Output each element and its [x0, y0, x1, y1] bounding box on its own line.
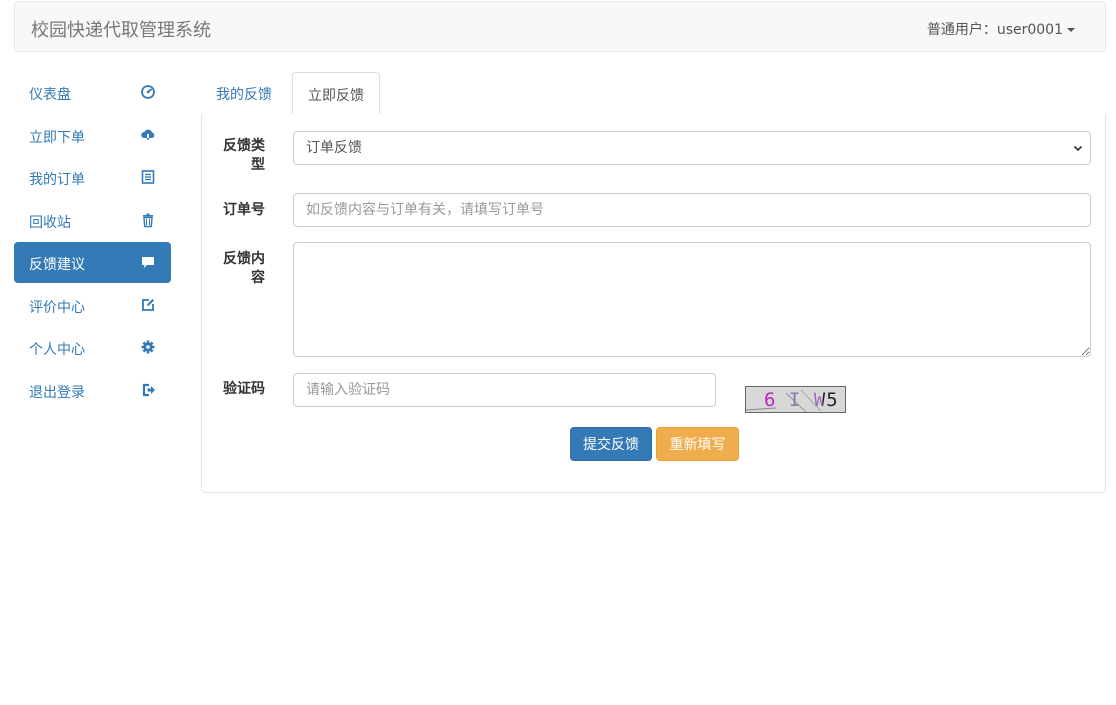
- feedback-content-label: 反馈内容: [223, 251, 265, 286]
- sidebar-item-logout[interactable]: 退出登录: [14, 370, 171, 411]
- trash-icon: [140, 212, 156, 228]
- sidebar-item-label: 退出登录: [29, 384, 85, 401]
- gear-icon: [140, 339, 156, 355]
- tab-my-feedback[interactable]: 我的反馈: [201, 72, 287, 115]
- captcha-image[interactable]: 6 I W5: [745, 386, 846, 413]
- sidebar-item-profile[interactable]: 个人中心: [14, 327, 171, 368]
- feedback-type-select[interactable]: 订单反馈: [293, 131, 1091, 165]
- list-alt-icon: [140, 169, 156, 185]
- sidebar-item-label: 我的订单: [29, 172, 85, 188]
- logout-icon: [140, 382, 156, 398]
- app-brand[interactable]: 校园快递代取管理系统: [31, 16, 211, 42]
- sidebar-nav: 仪表盘 立即下单 我的订单 回收站 反馈建议 评价中心 个人中心 退出登录: [14, 72, 171, 412]
- captcha-input[interactable]: [293, 373, 716, 407]
- feedback-content-textarea[interactable]: [293, 242, 1091, 357]
- order-number-input[interactable]: [293, 193, 1091, 227]
- sidebar-item-recycle-bin[interactable]: 回收站: [14, 200, 171, 241]
- captcha-text-value: 6 I W5: [764, 389, 839, 411]
- sidebar-item-dashboard[interactable]: 仪表盘: [14, 72, 171, 113]
- sidebar-item-my-orders[interactable]: 我的订单: [14, 157, 171, 198]
- sidebar-item-order-now[interactable]: 立即下单: [14, 115, 171, 156]
- caret-down-icon: [1067, 28, 1075, 32]
- top-navbar: 校园快递代取管理系统 普通用户：user0001: [14, 1, 1106, 52]
- user-menu-label: 普通用户：user0001: [926, 22, 1063, 38]
- feedback-tabs: 我的反馈 立即反馈: [201, 72, 1106, 116]
- reset-form-button[interactable]: 重新填写: [656, 427, 739, 461]
- sidebar-item-feedback[interactable]: 反馈建议: [14, 242, 171, 283]
- cloud-download-icon: [140, 127, 156, 143]
- dashboard-icon: [140, 84, 156, 100]
- order-number-label: 订单号: [223, 202, 265, 218]
- comment-icon: [140, 254, 156, 270]
- tab-submit-feedback[interactable]: 立即反馈: [292, 72, 380, 116]
- sidebar-item-label: 立即下单: [29, 129, 85, 146]
- sidebar-item-reviews[interactable]: 评价中心: [14, 285, 171, 326]
- captcha-label: 验证码: [223, 381, 265, 397]
- user-menu-dropdown[interactable]: 普通用户：user0001: [927, 19, 1075, 39]
- feedback-type-label: 反馈类型: [223, 138, 265, 173]
- sidebar-item-label: 仪表盘: [29, 87, 71, 103]
- sidebar-item-label: 反馈建议: [29, 257, 85, 273]
- captcha-text: 6 I W5: [764, 389, 839, 411]
- feedback-form-panel: 反馈类型 订单反馈 订单号 反馈内容 验证码 6 I W5 提交反馈 重新填写: [201, 114, 1106, 493]
- edit-icon: [140, 297, 156, 313]
- submit-feedback-button[interactable]: 提交反馈: [570, 427, 652, 461]
- sidebar-item-label: 评价中心: [29, 299, 85, 316]
- sidebar-item-label: 回收站: [29, 214, 71, 231]
- sidebar-item-label: 个人中心: [29, 342, 85, 358]
